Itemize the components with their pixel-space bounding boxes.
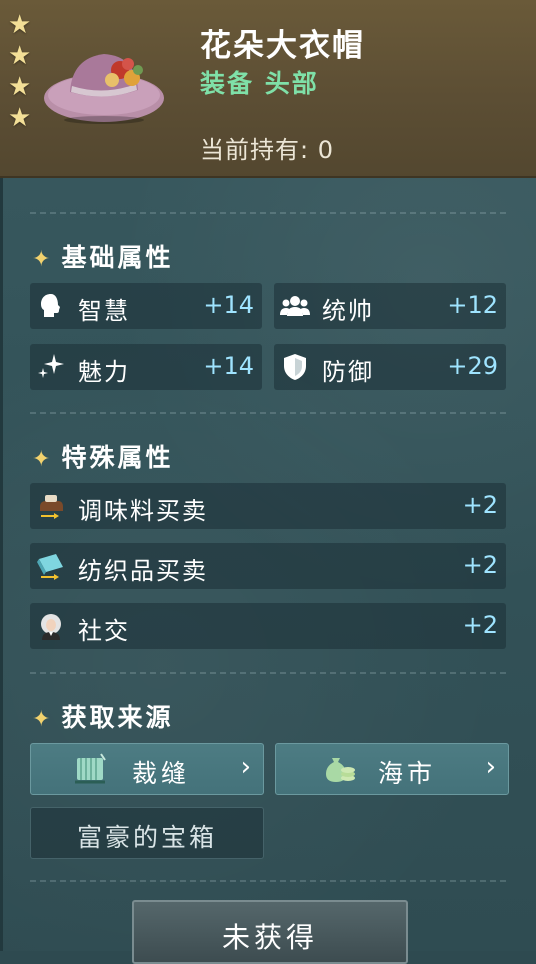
stat-social: 社交 +2: [30, 603, 506, 649]
status-label: 未获得: [221, 921, 318, 954]
stat-value: +2: [462, 551, 498, 579]
source-sea-market-button[interactable]: 海市 ›: [275, 743, 509, 795]
source-label: 裁缝: [131, 759, 190, 788]
holding-count: 当前持有: 0: [200, 130, 334, 165]
star-icon: ★: [8, 10, 32, 40]
stat-value: +14: [203, 352, 254, 380]
stat-defense: 防御 +29: [274, 344, 506, 390]
shield-icon: [284, 354, 306, 380]
section-title-sources: ✦ 获取来源: [32, 703, 174, 732]
stat-label: 智慧: [78, 297, 130, 325]
section-title-special: ✦ 特殊属性: [32, 443, 174, 472]
item-type: 装备 头部: [200, 69, 319, 98]
stat-label: 社交: [78, 617, 130, 645]
section-title-base: ✦ 基础属性: [32, 243, 174, 272]
stat-value: +2: [462, 611, 498, 639]
group-people-icon: [280, 296, 310, 316]
stat-label: 魅力: [78, 358, 130, 386]
sparkle-bullet-icon: ✦: [32, 707, 54, 732]
stat-label: 调味料买卖: [78, 497, 208, 525]
sparkle-bullet-icon: ✦: [32, 447, 54, 472]
stat-label: 统帅: [322, 297, 374, 325]
stat-command: 统帅 +12: [274, 283, 506, 329]
stat-label: 防御: [322, 358, 374, 386]
divider: [30, 412, 506, 414]
item-header: ★ ★ ★ ★ 花朵大衣帽 装备 头部 当前持有: 0: [0, 0, 536, 178]
chevron-right-icon: ›: [240, 752, 251, 782]
stat-textile-trade: 纺织品买卖 +2: [30, 543, 506, 589]
spice-trade-icon: [40, 495, 63, 519]
star-icon: ★: [8, 103, 32, 133]
divider: [30, 212, 506, 214]
stat-value: +2: [462, 491, 498, 519]
star-icon: ★: [8, 72, 32, 102]
item-name: 花朵大衣帽: [200, 28, 365, 64]
chevron-right-icon: ›: [485, 752, 496, 782]
not-obtained-button[interactable]: 未获得: [132, 900, 408, 964]
source-label: 海市: [377, 759, 436, 788]
stat-spice-trade: 调味料买卖 +2: [30, 483, 506, 529]
source-tailoring-button[interactable]: 裁缝 ›: [30, 743, 264, 795]
stat-value: +29: [447, 352, 498, 380]
source-chest-entry: 富豪的宝箱: [30, 807, 264, 859]
rarity-stars: ★ ★ ★ ★: [8, 10, 36, 134]
social-portrait-icon: [41, 614, 61, 640]
textile-trade-icon: [37, 554, 63, 580]
divider: [30, 880, 506, 882]
source-chest-label: 富豪的宝箱: [76, 823, 217, 852]
stat-value: +14: [203, 291, 254, 319]
star-icon: ★: [8, 41, 32, 71]
stat-value: +12: [447, 291, 498, 319]
holding-label: 当前持有:: [200, 136, 310, 164]
sparkle-icon: [38, 354, 64, 378]
head-silhouette-icon: [41, 294, 60, 317]
sparkle-bullet-icon: ✦: [32, 247, 54, 272]
stat-label: 纺织品买卖: [78, 557, 208, 585]
flower-hat-icon: [44, 54, 164, 124]
holding-value: 0: [317, 136, 335, 164]
panel-edge: [0, 178, 3, 951]
divider: [30, 672, 506, 674]
stat-wisdom: 智慧 +14: [30, 283, 262, 329]
stat-charm: 魅力 +14: [30, 344, 262, 390]
